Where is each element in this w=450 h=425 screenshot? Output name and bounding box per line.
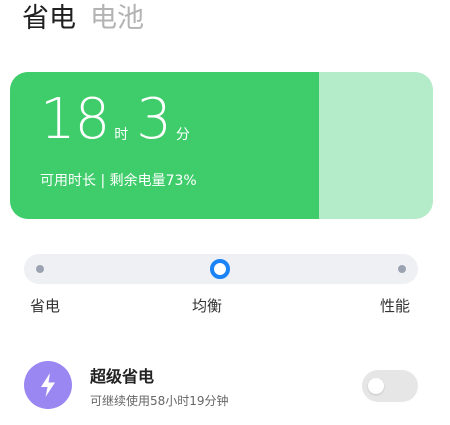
super-saver-subtitle: 可继续使用58小时19分钟 — [90, 394, 229, 408]
tab-power-saving[interactable]: 省电 — [22, 2, 76, 36]
super-saver-toggle[interactable] — [362, 370, 418, 402]
power-mode-slider[interactable] — [24, 254, 418, 284]
minutes-unit: 分 — [175, 127, 190, 143]
battery-time-card: 18 时 3 分 可用时长 | 剩余电量73% — [10, 72, 433, 219]
mode-label-balanced[interactable]: 均衡 — [192, 296, 222, 316]
hours-value: 18 — [40, 87, 110, 152]
slider-stop-power-saving[interactable] — [36, 265, 44, 273]
top-tabs: 省电 电池 — [22, 2, 144, 36]
mode-label-performance[interactable]: 性能 — [380, 296, 410, 316]
lightning-bolt-icon — [24, 361, 72, 409]
slider-stop-performance[interactable] — [398, 265, 406, 273]
minutes-value: 3 — [136, 87, 172, 152]
super-saver-title: 超级省电 — [90, 367, 155, 386]
battery-subtitle: 可用时长 | 剩余电量73% — [40, 173, 197, 189]
tab-battery[interactable]: 电池 — [90, 2, 144, 36]
toggle-thumb[interactable] — [368, 378, 384, 394]
slider-knob-balanced[interactable] — [210, 259, 230, 279]
remaining-time: 18 时 3 分 — [40, 90, 198, 150]
hours-unit: 时 — [114, 127, 129, 143]
mode-label-power-saving[interactable]: 省电 — [30, 296, 60, 316]
